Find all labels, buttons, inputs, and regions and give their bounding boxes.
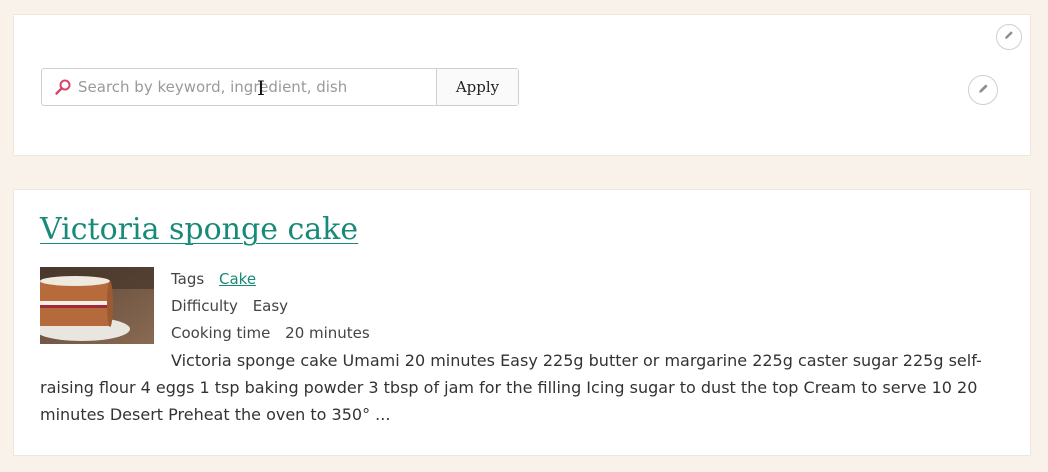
recipe-result-card: Victoria sponge cake Tags Cake Difficult…: [13, 189, 1031, 456]
recipe-summary: Victoria sponge cake Umami 20 minutes Ea…: [40, 351, 982, 424]
recipe-title-link[interactable]: Victoria sponge cake: [40, 212, 358, 247]
pencil-icon: [977, 82, 990, 99]
edit-block-button[interactable]: [996, 24, 1022, 50]
pencil-icon: [1003, 29, 1015, 45]
cooking-time-row: Cooking time 20 minutes: [171, 322, 370, 349]
difficulty-value: Easy: [252, 297, 289, 315]
tag-link-cake[interactable]: Cake: [219, 270, 256, 288]
search-input[interactable]: [74, 78, 428, 96]
cooking-time-label: Cooking time: [171, 324, 271, 342]
tags-row: Tags Cake: [171, 268, 370, 295]
search-panel: I Apply: [13, 14, 1031, 156]
search-icon: [52, 76, 74, 98]
apply-button[interactable]: Apply: [436, 69, 518, 105]
recipe-meta: Tags Cake Difficulty Easy Cooking time 2…: [171, 268, 370, 349]
tags-label: Tags: [171, 270, 205, 288]
search-form: I Apply: [41, 68, 519, 106]
cooking-time-value: 20 minutes: [285, 324, 370, 342]
difficulty-row: Difficulty Easy: [171, 295, 370, 322]
search-field: I: [42, 69, 436, 105]
edit-search-button[interactable]: [968, 75, 998, 105]
difficulty-label: Difficulty: [171, 297, 238, 315]
recipe-thumbnail[interactable]: [40, 267, 154, 344]
